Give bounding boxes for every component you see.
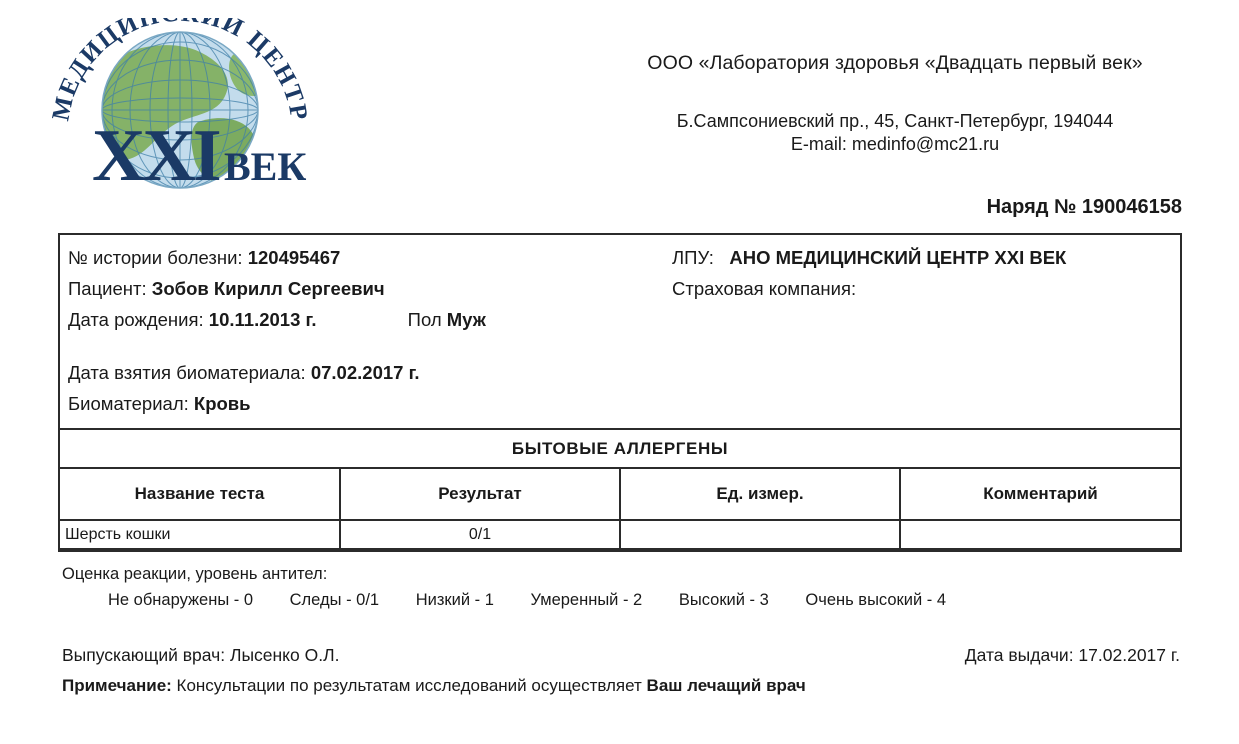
legend-item-4: Высокий - 3 bbox=[678, 591, 769, 609]
gender-group: Пол Муж bbox=[408, 304, 486, 335]
biomaterial-value: Кровь bbox=[193, 393, 251, 414]
issuing-doctor: Выпускающий врач: Лысенко О.Л. bbox=[62, 645, 340, 665]
report-frame: № истории болезни: 120495467 Пациент: Зо… bbox=[58, 233, 1182, 552]
patient-block-spacer bbox=[68, 335, 678, 357]
patient-name-row: Пациент: Зобов Кирилл Сергеевич bbox=[68, 273, 678, 304]
organization-email: E-mail: medinfo@mc21.ru bbox=[790, 133, 1000, 154]
collection-date-label: Дата взятия биоматериала: bbox=[68, 362, 306, 383]
facility-value: АНО МЕДИЦИНСКИЙ ЦЕНТР XXI ВЕК bbox=[729, 247, 1067, 268]
biomaterial-row: Биоматериал: Кровь bbox=[68, 388, 678, 419]
patient-info-left-column: № истории болезни: 120495467 Пациент: Зо… bbox=[68, 242, 678, 419]
cell-unit bbox=[620, 519, 901, 550]
svg-text:ВЕК: ВЕК bbox=[224, 144, 306, 189]
footer-top-row: Выпускающий врач: Лысенко О.Л. Дата выда… bbox=[62, 645, 1180, 666]
logo-globe-icon: МЕДИЦИНСКИЙ ЦЕНТР XXI ВЕК bbox=[48, 18, 311, 197]
facility-label: ЛПУ: bbox=[672, 247, 714, 268]
document-header: МЕДИЦИНСКИЙ ЦЕНТР XXI ВЕК ООО «Лаборатор… bbox=[0, 0, 1239, 228]
facility-row: ЛПУ: АНО МЕДИЦИНСКИЙ ЦЕНТР XXI ВЕК bbox=[672, 242, 1177, 273]
document-footer: Выпускающий врач: Лысенко О.Л. Дата выда… bbox=[62, 645, 1180, 696]
column-header-unit: Ед. измер. bbox=[620, 467, 901, 521]
cell-comment bbox=[900, 519, 1180, 550]
cell-test-name: Шерсть кошки bbox=[60, 519, 341, 550]
footer-note-text: Консультации по результатам исследований… bbox=[171, 676, 647, 695]
birth-date-label: Дата рождения: bbox=[68, 309, 204, 330]
patient-info-block: № истории болезни: 120495467 Пациент: Зо… bbox=[60, 235, 1180, 428]
case-number-label: № истории болезни: bbox=[68, 247, 243, 268]
footer-note-label: Примечание: bbox=[62, 676, 172, 695]
organization-name: ООО «Лаборатория здоровья «Двадцать перв… bbox=[647, 52, 1143, 74]
patient-info-right-column: ЛПУ: АНО МЕДИЦИНСКИЙ ЦЕНТР XXI ВЕК Страх… bbox=[672, 242, 1177, 304]
case-number-row: № истории болезни: 120495467 bbox=[68, 242, 678, 273]
legend-item-3: Умеренный - 2 bbox=[530, 591, 643, 609]
column-header-test-name: Название теста bbox=[60, 467, 341, 521]
order-number: Наряд № 190046158 bbox=[986, 196, 1182, 218]
legend-item-1: Следы - 0/1 bbox=[289, 591, 380, 609]
patient-name-value: Зобов Кирилл Сергеевич bbox=[151, 278, 385, 299]
legend-item-5: Очень высокий - 4 bbox=[805, 591, 947, 609]
gender-label: Пол bbox=[407, 309, 442, 330]
case-number-value: 120495467 bbox=[247, 247, 341, 268]
svg-text:XXI: XXI bbox=[92, 115, 220, 197]
collection-date-row: Дата взятия биоматериала: 07.02.2017 г. bbox=[68, 357, 678, 388]
collection-date-value: 07.02.2017 г. bbox=[310, 362, 420, 383]
footer-note: Примечание: Консультации по результатам … bbox=[62, 676, 1180, 696]
clinic-logo: МЕДИЦИНСКИЙ ЦЕНТР XXI ВЕК bbox=[48, 18, 318, 208]
organization-address: Б.Сампсониевский пр., 45, Санкт-Петербур… bbox=[676, 111, 1114, 131]
organization-info: ООО «Лаборатория здоровья «Двадцать перв… bbox=[600, 52, 1190, 155]
section-title: БЫТОВЫЕ АЛЛЕРГЕНЫ bbox=[60, 428, 1180, 469]
table-row: Шерсть кошки 0/1 bbox=[60, 519, 1180, 550]
table-column-header-row: Название теста Результат Ед. измер. Комм… bbox=[60, 467, 1180, 521]
insurance-label: Страховая компания: bbox=[672, 278, 857, 299]
results-table: БЫТОВЫЕ АЛЛЕРГЕНЫ Название теста Результ… bbox=[60, 428, 1180, 550]
legend-item-2: Низкий - 1 bbox=[415, 591, 494, 609]
legend-item-0: Не обнаружены - 0 bbox=[108, 591, 254, 609]
section-title-row: БЫТОВЫЕ АЛЛЕРГЕНЫ bbox=[60, 428, 1180, 469]
patient-name-label: Пациент: bbox=[68, 278, 147, 299]
birth-date-row: Дата рождения: 10.11.2013 г. Пол Муж bbox=[68, 304, 678, 335]
footer-note-emphasis: Ваш лечащий врач bbox=[646, 676, 806, 695]
gender-value: Муж bbox=[446, 309, 486, 330]
birth-date-value: 10.11.2013 г. bbox=[208, 309, 317, 330]
column-header-result: Результат bbox=[340, 467, 621, 521]
issue-date: Дата выдачи: 17.02.2017 г. bbox=[964, 645, 1180, 665]
column-header-comment: Комментарий bbox=[900, 467, 1180, 521]
legend-title: Оценка реакции, уровень антител: bbox=[62, 565, 328, 583]
insurance-row: Страховая компания: bbox=[672, 273, 1177, 304]
cell-result: 0/1 bbox=[340, 519, 621, 550]
legend-items: Не обнаружены - 0 Следы - 0/1 Низкий - 1… bbox=[62, 591, 1182, 610]
reaction-scale-legend: Оценка реакции, уровень антител: Не обна… bbox=[62, 562, 1182, 610]
biomaterial-label: Биоматериал: bbox=[68, 393, 189, 414]
